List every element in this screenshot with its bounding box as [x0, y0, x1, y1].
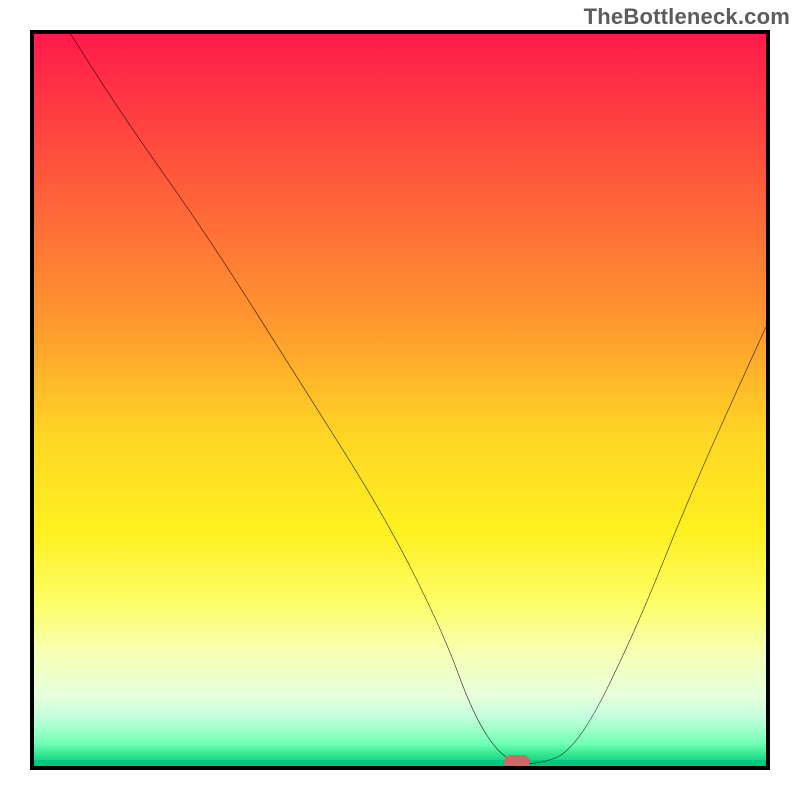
- curve-layer: [34, 34, 766, 766]
- chart-root: TheBottleneck.com: [0, 0, 800, 800]
- watermark-text: TheBottleneck.com: [584, 4, 790, 30]
- plot-area: [30, 30, 770, 770]
- bottleneck-curve: [71, 34, 766, 764]
- optimal-point-marker: [504, 755, 530, 769]
